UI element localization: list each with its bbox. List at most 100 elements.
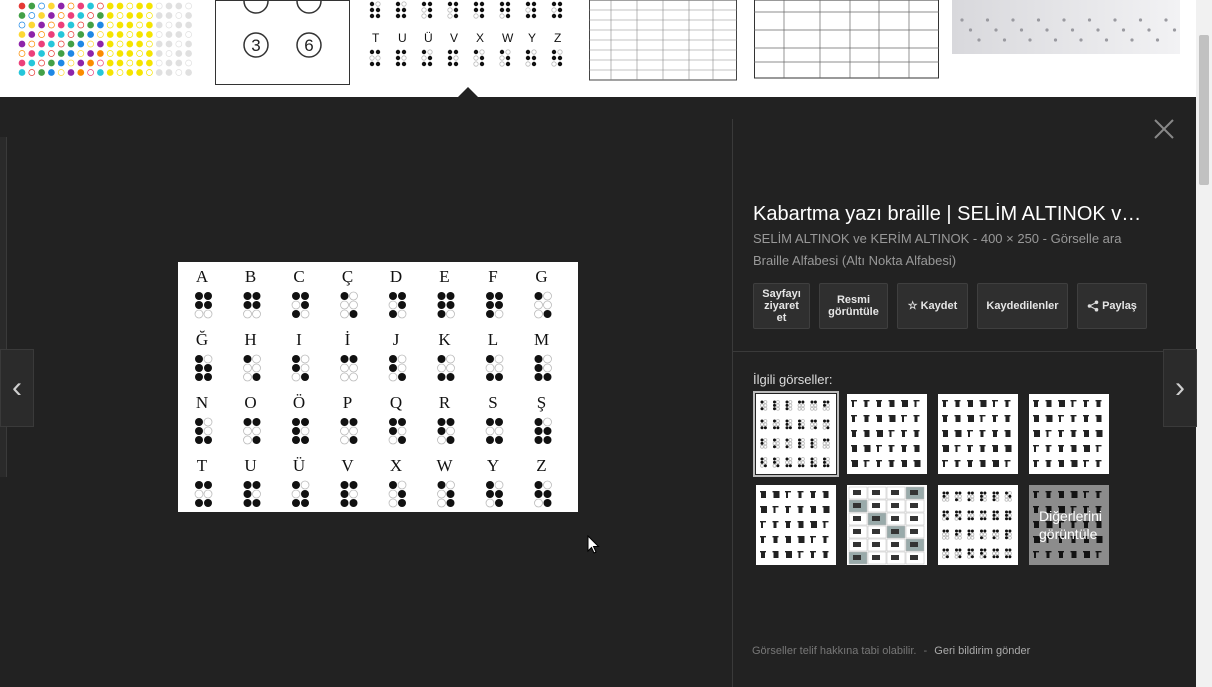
related-image-4[interactable] [1029, 394, 1109, 474]
alphabet-letter: X [476, 31, 484, 45]
source-name[interactable]: SELİM ALTINOK ve KERİM ALTINOK [753, 231, 969, 246]
copyright-notice: Görseller telif hakkına tabi olabilir. [752, 645, 917, 657]
braille-cell [340, 291, 358, 319]
braille-cell [243, 354, 261, 382]
braille-letter: L [488, 330, 498, 349]
braille-letter: İ [345, 330, 351, 349]
braille-cell [243, 292, 261, 319]
saved-button[interactable]: Kaydedilenler [977, 283, 1068, 329]
braille-letter: Ğ [196, 330, 208, 349]
search-by-image-link[interactable]: Görselle ara [1051, 231, 1122, 246]
braille-cell [243, 418, 261, 445]
footer: Görseller telif hakkına tabi olabilir. -… [752, 645, 1030, 657]
braille-cell [437, 480, 455, 508]
braille-letter: Ş [537, 393, 546, 412]
braille-cell [291, 292, 310, 319]
braille-cell [485, 480, 504, 508]
section-divider [733, 351, 1163, 352]
more-images-overlay: Diğerlerini görüntüle [1029, 485, 1109, 565]
braille-cell [388, 418, 407, 445]
separator: - [972, 231, 978, 246]
braille-letter: N [196, 393, 208, 412]
braille-cell [388, 292, 407, 319]
result-thumb-dot-numbers[interactable]: 3 6 [215, 0, 350, 85]
braille-letter: K [438, 330, 451, 349]
related-image-1[interactable] [753, 391, 839, 477]
braille-cell [437, 418, 455, 445]
results-strip: 3 6 T U Ü V X WY Z [0, 0, 1196, 97]
alphabet-letter: T [372, 31, 380, 45]
result-thumb-keyboard-photo[interactable] [952, 0, 1180, 54]
braille-letter: H [244, 330, 256, 349]
result-thumb-table-2[interactable] [754, 0, 939, 82]
braille-letter: W [436, 456, 453, 475]
related-image-5[interactable] [756, 485, 836, 565]
braille-letter: S [488, 393, 497, 412]
braille-cell [388, 354, 407, 382]
result-thumb-table[interactable] [589, 0, 737, 82]
more-images-button[interactable]: Diğerlerini görüntüle [1029, 485, 1109, 565]
braille-cell [485, 354, 504, 381]
image-size: 400 × 250 [980, 231, 1040, 246]
braille-letter: Ö [293, 393, 305, 412]
braille-letter: Ç [342, 267, 353, 286]
send-feedback-link[interactable]: Geri bildirim gönder [934, 645, 1030, 657]
close-button[interactable] [1150, 115, 1178, 143]
braille-letter: Y [487, 456, 499, 475]
related-image-2[interactable] [847, 394, 927, 474]
related-images-label: İlgili görseller: [753, 372, 833, 387]
scrollbar-thumb[interactable] [1199, 35, 1209, 185]
previous-image-button[interactable]: ‹ [0, 349, 34, 427]
saved-label: Kaydedilenler [986, 300, 1059, 312]
visit-label: Sayfayı ziyaret et [762, 288, 801, 324]
braille-letter: D [390, 267, 402, 286]
braille-cell [534, 354, 552, 381]
braille-cell [340, 355, 358, 382]
share-icon [1087, 300, 1099, 312]
result-thumb-braille-alphabet[interactable]: T U Ü V X WY Z [364, 0, 574, 82]
braille-cell [195, 354, 213, 381]
action-buttons: Sayfayı ziyaret et Resmi görüntüle ☆ Kay… [753, 283, 1147, 329]
related-image-3[interactable] [938, 394, 1018, 474]
braille-letter: T [197, 456, 208, 475]
star-icon: ☆ [907, 300, 918, 312]
mouse-cursor-icon [587, 535, 600, 554]
braille-cell [388, 480, 407, 508]
visit-page-button[interactable]: Sayfayı ziyaret et [753, 283, 810, 329]
braille-letter: X [390, 456, 402, 475]
alphabet-letter: W [502, 31, 514, 45]
braille-cell [534, 480, 552, 508]
braille-letter: M [534, 330, 549, 349]
alphabet-letter: Y [528, 31, 536, 45]
braille-letter: P [343, 393, 352, 412]
braille-cell [485, 418, 504, 444]
braille-letter: R [439, 393, 451, 412]
braille-cell [340, 481, 358, 507]
image-meta: SELİM ALTINOK ve KERİM ALTINOK - 400 × 2… [753, 228, 1143, 272]
braille-cell [243, 481, 261, 507]
result-thumb-colored-braille[interactable] [16, 0, 201, 82]
close-icon [1154, 119, 1174, 139]
braille-cell [195, 417, 213, 444]
save-label: Kaydet [920, 300, 958, 312]
braille-cell [437, 354, 455, 381]
page-scrollbar[interactable] [1196, 0, 1212, 687]
braille-cell [534, 291, 552, 319]
share-button[interactable]: Paylaş [1077, 283, 1147, 329]
save-button[interactable]: ☆ Kaydet [897, 283, 968, 329]
braille-letter: J [393, 330, 400, 349]
braille-letter: Ü [293, 456, 305, 475]
related-image-6[interactable] [847, 485, 927, 565]
next-image-button[interactable]: › [1163, 349, 1197, 427]
braille-letter: Z [536, 456, 546, 475]
view-image-button[interactable]: Resmi görüntüle [819, 283, 888, 329]
image-title[interactable]: Kabartma yazı braille | SELİM ALTINOK ve… [753, 203, 1143, 226]
related-image-7[interactable] [938, 485, 1018, 565]
alphabet-letter: U [398, 31, 407, 45]
image-caption: Braille Alfabesi (Altı Nokta Alfabesi) [753, 253, 957, 268]
more-label-line2: görüntüle [1039, 526, 1098, 542]
braille-letter: F [488, 267, 497, 286]
braille-letter: U [244, 456, 256, 475]
dot-label: 3 [251, 36, 260, 55]
main-image[interactable]: A B C Ç D E F G Ğ H I İ J K L M N O Ö P Q R S Ş T U Ü V X W Y Z [178, 262, 578, 512]
